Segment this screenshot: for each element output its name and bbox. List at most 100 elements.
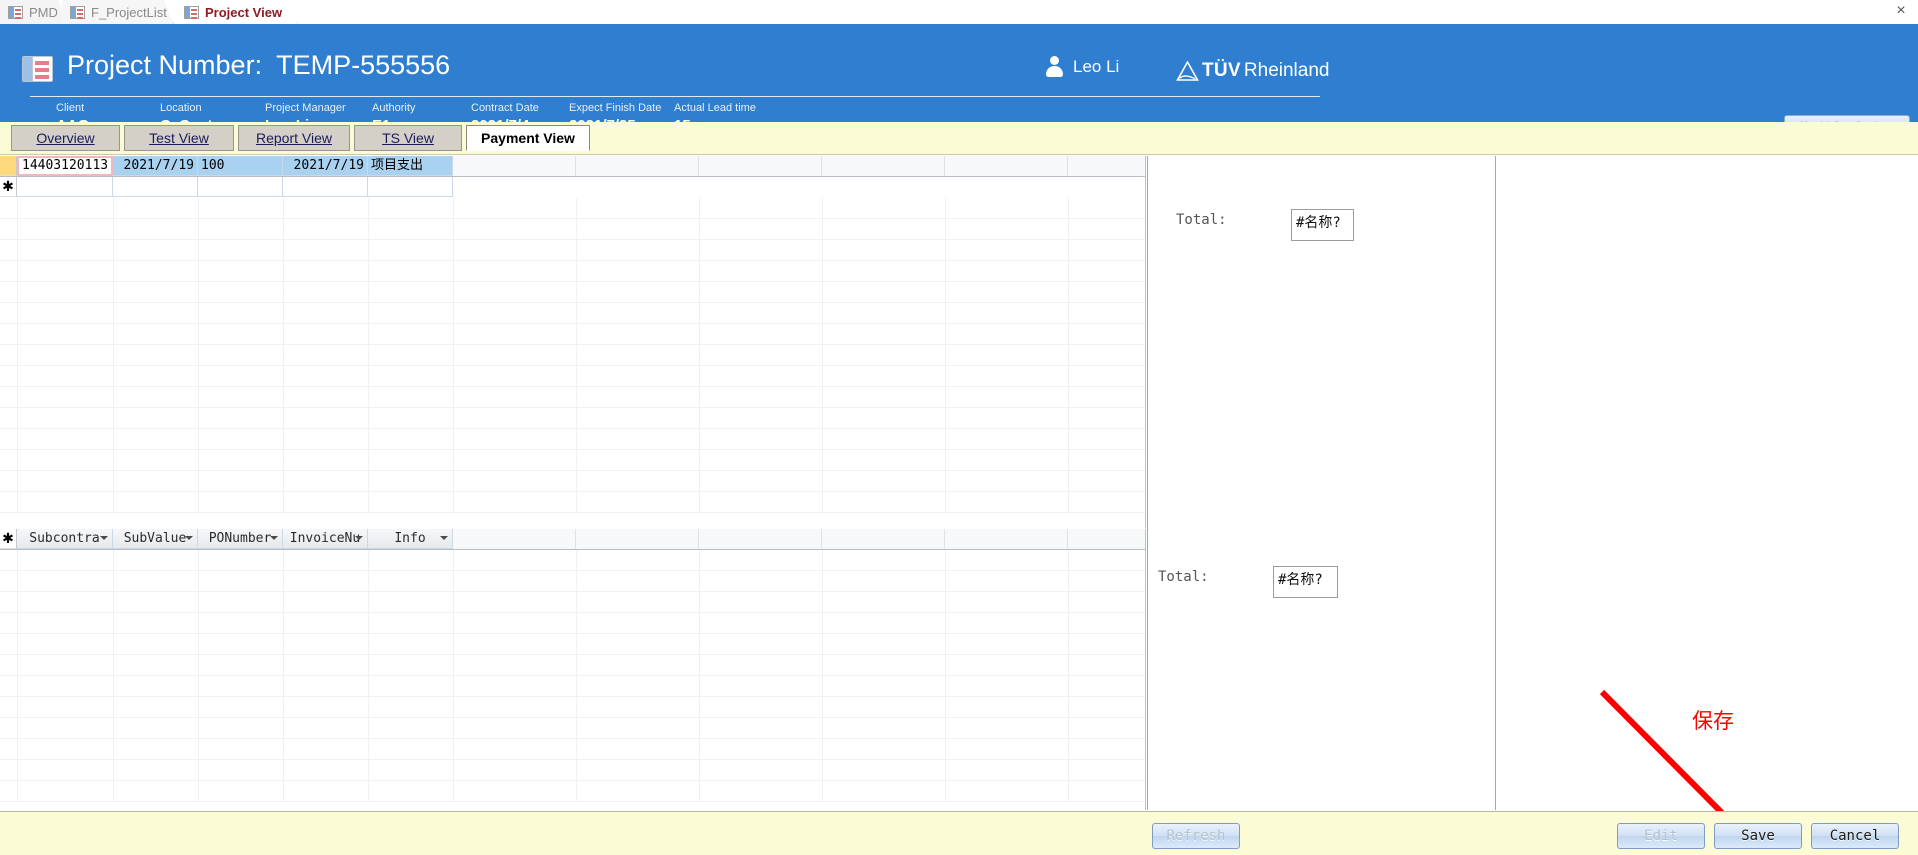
edit-button[interactable]: Edit bbox=[1617, 823, 1705, 849]
invoice-grid-row[interactable]: 14403120113 2021/7/19 100 2021/7/19 项目支出 bbox=[0, 156, 1145, 177]
invoice-grid-cell[interactable]: 项目支出 bbox=[368, 156, 453, 176]
grid-column-divider bbox=[1068, 571, 1069, 591]
invoice-grid-cell[interactable]: 2021/7/19 bbox=[113, 156, 198, 176]
grid-column-divider bbox=[1068, 655, 1069, 675]
new-record-icon[interactable]: ✱ bbox=[0, 529, 17, 549]
grid-column-divider bbox=[576, 697, 577, 717]
grid-column-divider bbox=[699, 634, 700, 654]
tab-overview[interactable]: Overview bbox=[11, 125, 120, 151]
subcontract-grid-new-cell[interactable] bbox=[17, 529, 113, 549]
refresh-button[interactable]: Refresh bbox=[1152, 823, 1240, 849]
row-selector[interactable] bbox=[0, 156, 17, 176]
grid-column-divider bbox=[1068, 781, 1069, 801]
grid-column-divider bbox=[17, 760, 18, 780]
subcontract-grid-empty-row bbox=[0, 739, 1145, 760]
grid-column-divider bbox=[822, 676, 823, 696]
save-button[interactable]: Save bbox=[1714, 823, 1802, 849]
grid-column-divider bbox=[945, 492, 946, 512]
invoice-grid-new-cell[interactable] bbox=[283, 177, 368, 197]
grid-column-divider bbox=[198, 550, 199, 570]
tab-test-view[interactable]: Test View bbox=[124, 125, 234, 151]
grid-column-divider bbox=[1068, 261, 1069, 281]
invoice-grid-new-cell[interactable] bbox=[17, 177, 113, 197]
subcontract-grid-new-cell[interactable] bbox=[283, 529, 368, 549]
grid-column-divider bbox=[1068, 429, 1069, 449]
grid-column-divider bbox=[822, 450, 823, 470]
grid-column-divider bbox=[283, 408, 284, 428]
grid-column-divider bbox=[453, 450, 454, 470]
grid-column-divider bbox=[283, 492, 284, 512]
grid-column-divider bbox=[576, 408, 577, 428]
meta-label: Authority bbox=[372, 102, 416, 114]
grid-column-divider bbox=[368, 655, 369, 675]
grid-column-divider bbox=[1068, 760, 1069, 780]
tab-ts-view[interactable]: TS View bbox=[354, 125, 462, 151]
cancel-button[interactable]: Cancel bbox=[1811, 823, 1899, 849]
tab-report-view[interactable]: Report View bbox=[238, 125, 350, 151]
invoice-grid[interactable]: InvoiceNuInvoiceDaInvoiceVaPayDateInfo 1… bbox=[0, 156, 1146, 528]
project-number-value: TEMP-555556 bbox=[276, 50, 451, 80]
grid-column-divider bbox=[699, 739, 700, 759]
table-icon bbox=[184, 6, 199, 19]
grid-column-divider bbox=[1068, 282, 1069, 302]
grid-column-divider bbox=[822, 366, 823, 386]
subcontract-grid-new-row[interactable]: ✱ bbox=[0, 529, 1145, 550]
grid-column-divider bbox=[198, 408, 199, 428]
grid-column-divider bbox=[113, 429, 114, 449]
grid-column-divider bbox=[453, 408, 454, 428]
grid-column-divider bbox=[113, 240, 114, 260]
grid-column-divider bbox=[283, 240, 284, 260]
grid-column-divider bbox=[283, 592, 284, 612]
subcontract-grid-new-cell[interactable] bbox=[113, 529, 198, 549]
grid-column-divider bbox=[945, 571, 946, 591]
grid-column-divider bbox=[283, 303, 284, 323]
subcontract-grid-empty-row bbox=[0, 571, 1145, 592]
meta-field-contract-date: Contract Date 2021/7/4 bbox=[471, 102, 539, 122]
modify-order-button[interactable]: Modify Order bbox=[1784, 115, 1910, 122]
grid-column-divider bbox=[17, 240, 18, 260]
grid-column-divider bbox=[576, 676, 577, 696]
invoice-grid-new-cell[interactable] bbox=[113, 177, 198, 197]
invoice-grid-cell[interactable]: 2021/7/19 bbox=[283, 156, 368, 176]
grid-column-divider bbox=[283, 450, 284, 470]
subcontract-grid[interactable]: Subcontra SubValue PONumber InvoiceNu Info ✱ bbox=[0, 529, 1146, 810]
grid-column-divider bbox=[113, 198, 114, 218]
grid-column-divider bbox=[368, 739, 369, 759]
grid-column-divider bbox=[699, 550, 700, 570]
document-tab-project-view[interactable]: Project View bbox=[176, 0, 298, 24]
grid-column-divider bbox=[17, 550, 18, 570]
grid-column-divider bbox=[283, 324, 284, 344]
grid-column-divider bbox=[368, 429, 369, 449]
grid-column-divider bbox=[822, 303, 823, 323]
grid-column-divider bbox=[17, 219, 18, 239]
subcontract-grid-empty-row bbox=[0, 592, 1145, 613]
tab-payment-view[interactable]: Payment View bbox=[466, 125, 590, 151]
invoice-grid-cell[interactable]: 14403120113 bbox=[17, 156, 113, 176]
subcontract-grid-new-cell[interactable] bbox=[368, 529, 453, 549]
grid-column-divider bbox=[945, 303, 946, 323]
meta-label: Project Manager bbox=[265, 102, 346, 114]
invoice-grid-cell[interactable]: 100 bbox=[198, 156, 283, 176]
grid-column-divider bbox=[945, 261, 946, 281]
grid-column-divider bbox=[198, 345, 199, 365]
grid-column-divider bbox=[453, 366, 454, 386]
document-tab-f-projectlist[interactable]: F_ProjectList bbox=[62, 0, 174, 24]
new-record-icon[interactable]: ✱ bbox=[0, 177, 17, 197]
subcontract-grid-empty-row bbox=[0, 718, 1145, 739]
person-icon bbox=[1045, 56, 1064, 77]
invoice-grid-new-cell[interactable] bbox=[368, 177, 453, 197]
invoice-total-value[interactable]: #名称? bbox=[1291, 209, 1354, 241]
grid-column-divider bbox=[113, 613, 114, 633]
close-icon[interactable]: × bbox=[1892, 2, 1910, 20]
subcontract-grid-empty-row bbox=[0, 655, 1145, 676]
grid-column-divider bbox=[945, 429, 946, 449]
invoice-grid-new-row[interactable]: ✱ bbox=[0, 177, 1145, 198]
grid-column-divider bbox=[576, 345, 577, 365]
subcontract-grid-new-cell[interactable] bbox=[198, 529, 283, 549]
subcontract-total-label: Total: bbox=[1158, 569, 1209, 585]
grid-column-divider bbox=[1068, 471, 1069, 491]
current-user[interactable]: Leo Li bbox=[1045, 56, 1119, 77]
subcontract-total-value[interactable]: #名称? bbox=[1273, 566, 1338, 598]
invoice-grid-new-cell[interactable] bbox=[198, 177, 283, 197]
document-tab-pmd[interactable]: PMD bbox=[0, 0, 68, 24]
